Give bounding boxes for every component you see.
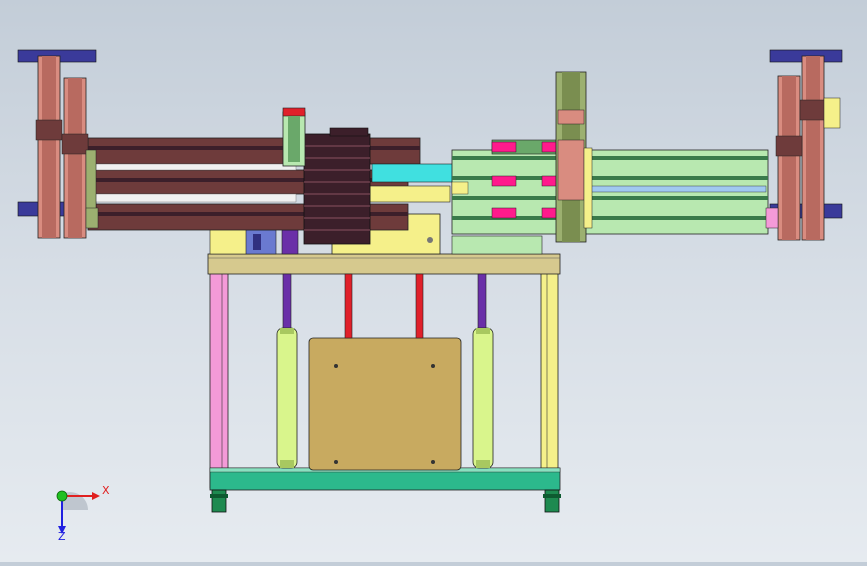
- caster-right: [544, 489, 560, 513]
- left-tower: [17, 49, 99, 239]
- cabinet-plate: [308, 337, 462, 471]
- rod-purple-left: [282, 273, 292, 331]
- magenta-block-1: [491, 141, 517, 153]
- magenta-block-3: [491, 175, 517, 187]
- caster-left: [211, 489, 227, 513]
- cyan-guide: [371, 163, 455, 183]
- assembly-model: [17, 49, 843, 513]
- magenta-block-5: [491, 207, 517, 219]
- right-rail-assembly: [451, 139, 769, 235]
- magenta-block-2: [541, 141, 559, 153]
- gas-spring-right: [472, 327, 494, 469]
- rod-purple-right: [477, 273, 487, 331]
- frame-leg-right: [540, 271, 559, 489]
- z-axis-label: Z: [58, 530, 66, 543]
- magenta-block-4: [541, 175, 559, 187]
- rod-red-left: [344, 273, 353, 339]
- cad-viewport[interactable]: X Z: [0, 0, 867, 562]
- gas-spring-left: [276, 327, 298, 469]
- rod-red-right: [415, 273, 424, 339]
- magenta-block-6: [541, 207, 559, 219]
- column-right-center: [555, 71, 593, 243]
- central-carriage: [303, 127, 371, 245]
- coordinate-triad: X Z: [48, 480, 118, 543]
- y-axis-dot: [56, 490, 68, 502]
- x-axis-label: X: [102, 484, 110, 497]
- right-tower: [765, 49, 843, 241]
- frame-leg-left: [209, 271, 229, 489]
- table-top: [207, 253, 561, 275]
